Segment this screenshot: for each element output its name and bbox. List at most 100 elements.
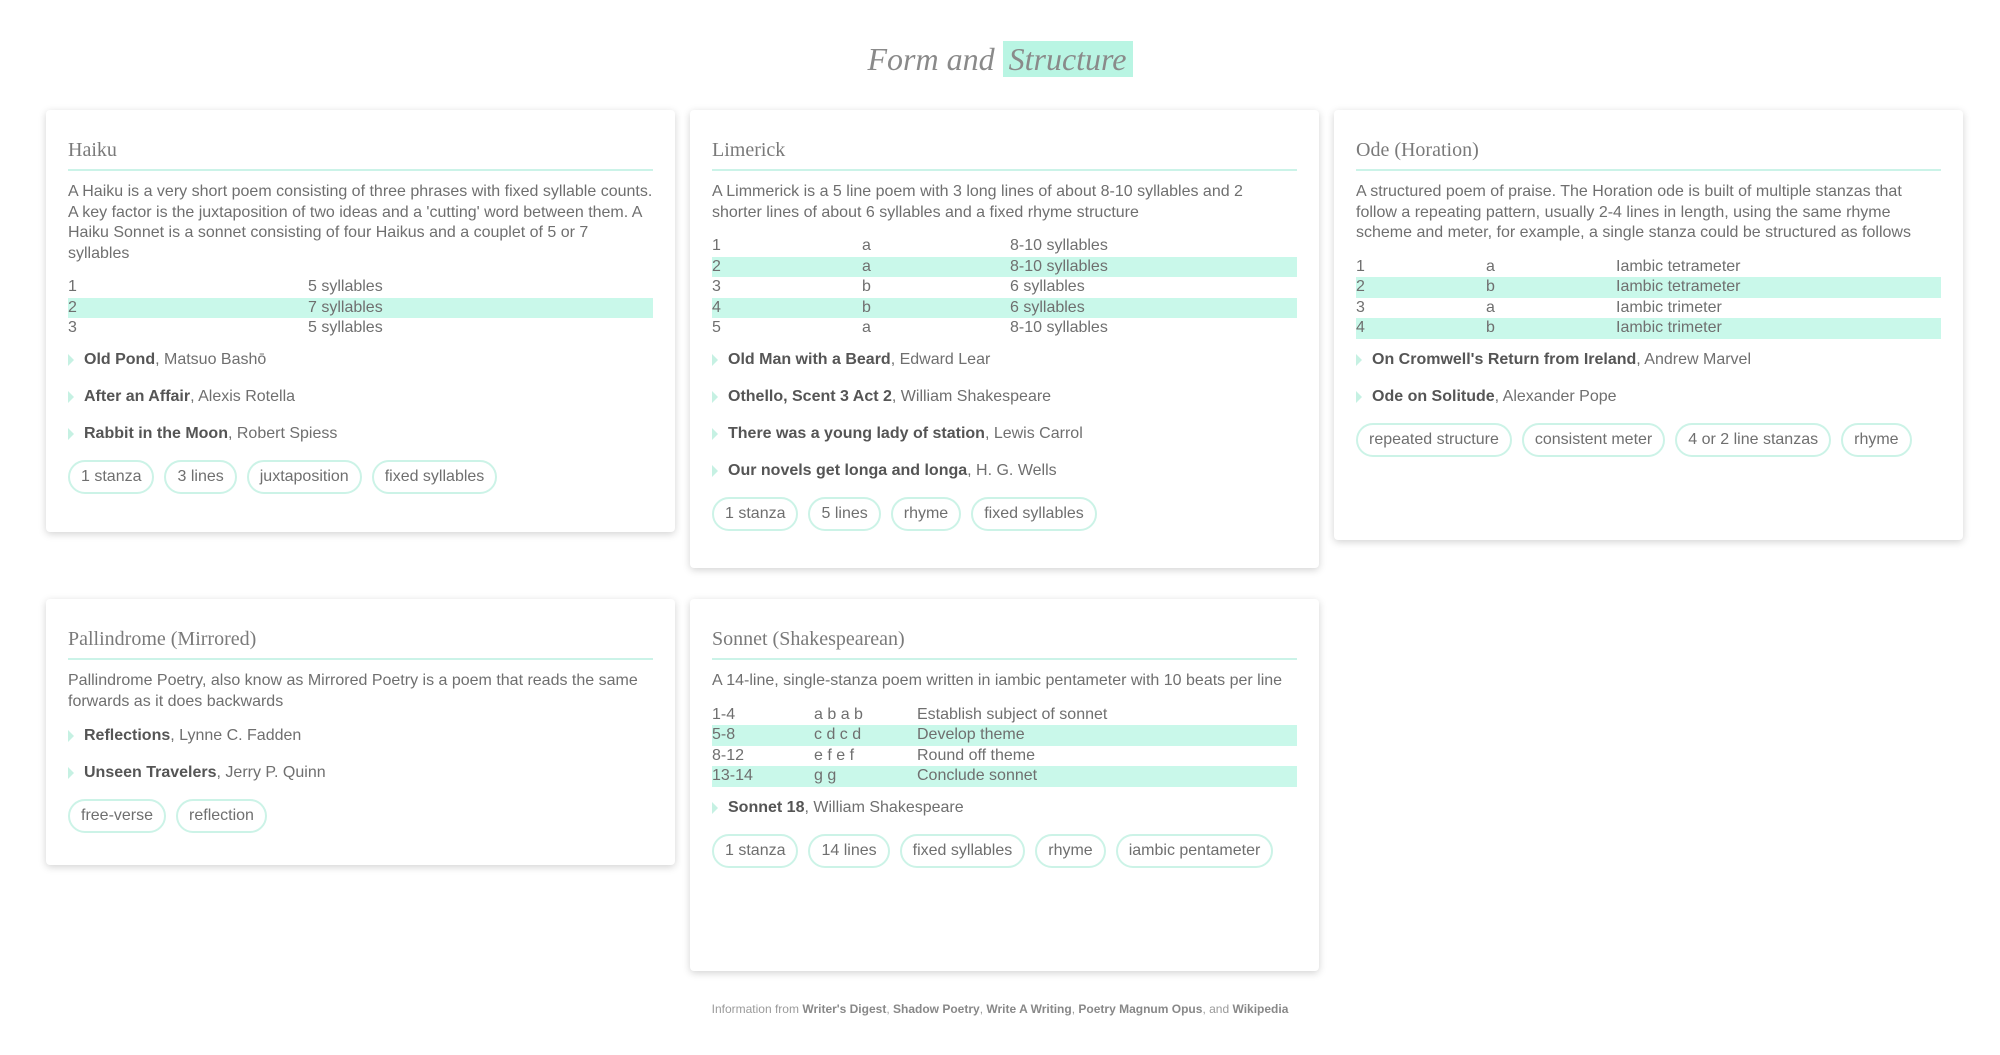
meter: Iambic tetrameter xyxy=(1616,257,1741,275)
separator: , xyxy=(1071,1002,1076,1016)
tag[interactable]: rhyme xyxy=(890,496,962,531)
tag[interactable]: fixed syllables xyxy=(899,833,1026,868)
source-link[interactable]: Poetry Magnum Opus xyxy=(1078,1002,1202,1016)
card-title: Ode (Horation) xyxy=(1356,139,1941,171)
table-row: 1 a Iambic tetrameter xyxy=(1356,257,1941,278)
tag[interactable]: 3 lines xyxy=(164,459,237,494)
tag[interactable]: reflection xyxy=(176,799,267,833)
table-row: 5-8 c d c d Develop theme xyxy=(712,725,1297,746)
tag-list: 1 stanza 14 lines fixed syllables rhyme … xyxy=(712,833,1297,878)
example-author: , Robert Spiess xyxy=(227,424,338,442)
card-title: Limerick xyxy=(712,139,1297,171)
structure-table: 1-4 a b a b Establish subject of sonnet 5-… xyxy=(712,705,1297,787)
structure-table: 1 5 syllables 27 syllables 3 5 syllables xyxy=(68,277,653,339)
example-item[interactable]: Old Man with a Beard, Edward Lear xyxy=(712,350,1297,370)
tag[interactable]: rhyme xyxy=(1035,833,1106,868)
syllable-count: 8-10 syllables xyxy=(1010,237,1108,254)
card-title: Haiku xyxy=(68,139,653,171)
tag[interactable]: 1 stanza xyxy=(68,459,155,494)
example-item[interactable]: Our novels get longa and longa, H. G. We… xyxy=(712,461,1297,481)
line-number: 3 xyxy=(68,319,77,336)
example-title: Old Man with a Beard xyxy=(728,350,891,368)
tag[interactable]: iambic pentameter xyxy=(1115,833,1274,868)
tag[interactable]: free-verse xyxy=(68,799,167,833)
example-item[interactable]: Unseen Travelers, Jerry P. Quinn xyxy=(68,763,653,783)
example-list: Reflections, Lynne C. Fadden Unseen Trav… xyxy=(68,726,653,783)
table-row: 2 b Iambic tetrameter xyxy=(1356,277,1941,298)
example-title: Unseen Travelers xyxy=(84,764,217,781)
example-author: , Matsuo Bashō xyxy=(155,350,267,368)
tag[interactable]: rhyme xyxy=(1841,422,1912,457)
syllable-count: 7 syllables xyxy=(308,297,653,318)
example-title: Rabbit in the Moon xyxy=(84,424,228,442)
syllable-count: 6 syllables xyxy=(1010,297,1297,318)
example-item[interactable]: There was a young lady of station, Lewis… xyxy=(712,424,1297,444)
example-title: Ode on Solitude xyxy=(1372,387,1495,405)
line-range: 8-12 xyxy=(712,746,745,764)
rhyme: b xyxy=(862,297,1010,318)
tag[interactable]: juxtaposition xyxy=(246,459,362,494)
table-row: 4b6 syllables xyxy=(712,297,1297,318)
example-item[interactable]: On Cromwell's Return from Ireland, Andre… xyxy=(1356,350,1941,370)
rhyme: a xyxy=(862,256,1010,277)
rhyme: a xyxy=(862,319,871,336)
syllable-count: 5 syllables xyxy=(308,319,383,336)
example-title: Sonnet 18 xyxy=(728,798,805,816)
tag[interactable]: 5 lines xyxy=(808,496,881,531)
tag[interactable]: 14 lines xyxy=(808,833,890,868)
page-title-highlight: Structure xyxy=(1002,41,1133,77)
disclosure-triangle-icon xyxy=(712,427,718,440)
line-number: 4 xyxy=(1356,318,1486,339)
example-item[interactable]: Rabbit in the Moon, Robert Spiess xyxy=(68,424,653,444)
card-description: A Limmerick is a 5 line poem with 3 long… xyxy=(712,183,1243,221)
card-description: A Haiku is a very short poem consisting … xyxy=(68,183,653,262)
card-sonnet: Sonnet (Shakespearean) A 14-line, single… xyxy=(690,599,1319,971)
tag-list: 1 stanza 5 lines rhyme fixed syllables xyxy=(712,496,1297,541)
example-item[interactable]: Old Pond, Matsuo Bashō xyxy=(68,350,653,370)
example-item[interactable]: Reflections, Lynne C. Fadden xyxy=(68,726,653,746)
example-item[interactable]: Othello, Scent 3 Act 2, William Shakespe… xyxy=(712,387,1297,407)
card-limerick: Limerick A Limmerick is a 5 line poem wi… xyxy=(690,110,1319,568)
separator: , and xyxy=(1202,1002,1230,1016)
table-row: 3 b 6 syllables xyxy=(712,277,1297,298)
purpose: Establish subject of sonnet xyxy=(917,705,1108,723)
tag[interactable]: fixed syllables xyxy=(971,496,1097,531)
tag[interactable]: fixed syllables xyxy=(371,459,498,494)
tag[interactable]: consistent meter xyxy=(1521,422,1666,457)
example-author: , Edward Lear xyxy=(890,350,991,368)
tag[interactable]: 4 or 2 line stanzas xyxy=(1675,422,1832,457)
line-number: 2 xyxy=(1356,277,1486,298)
table-row: 4 b Iambic trimeter xyxy=(1356,318,1941,339)
example-item[interactable]: Ode on Solitude, Alexander Pope xyxy=(1356,387,1941,407)
line-number: 3 xyxy=(1356,298,1365,316)
source-link[interactable]: Writer's Digest xyxy=(802,1002,886,1016)
rhyme: b xyxy=(1486,277,1616,298)
example-list: Sonnet 18, William Shakespeare xyxy=(712,798,1297,818)
example-title: Our novels get longa and longa xyxy=(728,461,968,479)
line-range: 13-14 xyxy=(712,766,814,787)
tag[interactable]: 1 stanza xyxy=(712,833,799,868)
example-item[interactable]: After an Affair, Alexis Rotella xyxy=(68,387,653,407)
tag[interactable]: repeated structure xyxy=(1356,422,1512,457)
syllable-count: 6 syllables xyxy=(1010,278,1085,295)
syllable-count: 8-10 syllables xyxy=(1010,256,1297,277)
line-number: 5 xyxy=(712,319,721,336)
footer-prefix: Information from xyxy=(711,1002,799,1016)
example-title: On Cromwell's Return from Ireland xyxy=(1372,350,1637,368)
source-link[interactable]: Wikipedia xyxy=(1232,1002,1288,1016)
example-author: , Jerry P. Quinn xyxy=(216,764,326,781)
rhyme: b xyxy=(862,278,871,295)
table-row: 1 a 8-10 syllables xyxy=(712,236,1297,257)
line-number: 1 xyxy=(1356,257,1365,275)
line-range: 5-8 xyxy=(712,725,814,746)
footer: Information from Writer's Digest, Shadow… xyxy=(0,1002,2000,1016)
example-item[interactable]: Sonnet 18, William Shakespeare xyxy=(712,798,1297,818)
line-number: 3 xyxy=(712,278,721,295)
card-title: Pallindrome (Mirrored) xyxy=(68,628,653,660)
source-link[interactable]: Write A Writing xyxy=(986,1002,1071,1016)
disclosure-triangle-icon xyxy=(1356,353,1362,366)
tag[interactable]: 1 stanza xyxy=(712,496,799,531)
source-link[interactable]: Shadow Poetry xyxy=(893,1002,980,1016)
disclosure-triangle-icon xyxy=(712,464,718,477)
line-number: 1 xyxy=(712,237,721,254)
